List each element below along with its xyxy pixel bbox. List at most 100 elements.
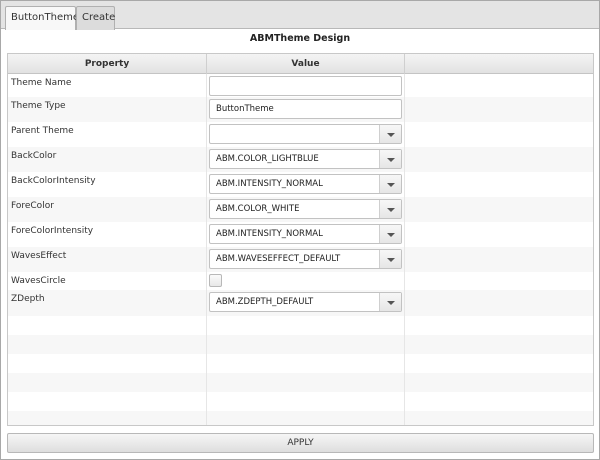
property-row: BackColorIntensity ABM.INTENSITY_NORMAL xyxy=(8,172,593,197)
value-cell: ABM.COLOR_WHITE xyxy=(207,197,405,222)
empty-row xyxy=(8,411,593,425)
value-cell xyxy=(207,354,405,373)
select-value: ABM.INTENSITY_NORMAL xyxy=(216,229,323,239)
value-cell xyxy=(207,373,405,392)
property-label: Parent Theme xyxy=(11,126,74,136)
property-cell: Theme Type xyxy=(8,97,207,122)
property-label: BackColor xyxy=(11,151,57,161)
value-cell xyxy=(207,97,405,122)
forecolor-select[interactable]: ABM.COLOR_WHITE xyxy=(209,199,402,219)
property-row: Theme Type xyxy=(8,97,593,122)
blank-cell xyxy=(405,354,593,373)
blank-cell xyxy=(405,335,593,354)
waveseffect-select[interactable]: ABM.WAVESEFFECT_DEFAULT xyxy=(209,249,402,269)
property-row: ForeColor ABM.COLOR_WHITE xyxy=(8,197,593,222)
dropdown-button[interactable] xyxy=(379,250,401,268)
empty-row xyxy=(8,316,593,335)
property-cell: WavesEffect xyxy=(8,247,207,272)
wavescircle-checkbox[interactable] xyxy=(209,274,222,287)
theme-type-input[interactable] xyxy=(209,99,402,119)
property-label: ForeColorIntensity xyxy=(11,226,94,236)
blank-cell xyxy=(405,147,593,172)
select-value: ABM.WAVESEFFECT_DEFAULT xyxy=(216,254,341,264)
column-header-property: Property xyxy=(8,54,207,74)
property-label: WavesCircle xyxy=(11,276,66,286)
property-label: BackColorIntensity xyxy=(11,176,96,186)
property-cell xyxy=(8,411,207,425)
property-cell: BackColor xyxy=(8,147,207,172)
property-cell: BackColorIntensity xyxy=(8,172,207,197)
select-value: ABM.COLOR_LIGHTBLUE xyxy=(216,154,319,164)
property-cell xyxy=(8,316,207,335)
chevron-down-icon xyxy=(387,183,395,187)
blank-cell xyxy=(405,392,593,411)
property-cell: Theme Name xyxy=(8,74,207,97)
dropdown-button[interactable] xyxy=(379,293,401,311)
property-label: Theme Name xyxy=(11,78,72,88)
tab-create[interactable]: Create xyxy=(76,6,115,30)
property-label: ZDepth xyxy=(11,294,45,304)
tab-bar: ButtonTheme Create xyxy=(1,1,599,30)
property-row: WavesCircle xyxy=(8,272,593,290)
blank-cell xyxy=(405,247,593,272)
property-row: ZDepth ABM.ZDEPTH_DEFAULT xyxy=(8,290,593,316)
value-cell xyxy=(207,122,405,147)
property-cell: ForeColorIntensity xyxy=(8,222,207,247)
chevron-down-icon xyxy=(387,233,395,237)
property-cell: Parent Theme xyxy=(8,122,207,147)
value-cell xyxy=(207,335,405,354)
value-cell xyxy=(207,316,405,335)
page-title: ABMTheme Design xyxy=(249,33,351,44)
dropdown-button[interactable] xyxy=(379,150,401,168)
property-label: WavesEffect xyxy=(11,251,67,261)
dropdown-button[interactable] xyxy=(379,175,401,193)
blank-cell xyxy=(405,97,593,122)
blank-cell xyxy=(405,222,593,247)
theme-name-input[interactable] xyxy=(209,76,402,96)
empty-row xyxy=(8,354,593,373)
property-row: BackColor ABM.COLOR_LIGHTBLUE xyxy=(8,147,593,172)
dropdown-button[interactable] xyxy=(379,200,401,218)
dropdown-button[interactable] xyxy=(379,125,401,143)
property-label: ForeColor xyxy=(11,201,54,211)
backcolorintensity-select[interactable]: ABM.INTENSITY_NORMAL xyxy=(209,174,402,194)
select-value: ABM.COLOR_WHITE xyxy=(216,204,300,214)
backcolor-select[interactable]: ABM.COLOR_LIGHTBLUE xyxy=(209,149,402,169)
app-window: ButtonTheme Create ABMTheme Design Prope… xyxy=(0,0,600,460)
property-row: ForeColorIntensity ABM.INTENSITY_NORMAL xyxy=(8,222,593,247)
property-row: WavesEffect ABM.WAVESEFFECT_DEFAULT xyxy=(8,247,593,272)
dropdown-button[interactable] xyxy=(379,225,401,243)
parent-theme-select[interactable] xyxy=(209,124,402,144)
blank-cell xyxy=(405,272,593,290)
blank-cell xyxy=(405,290,593,316)
tab-buttontheme[interactable]: ButtonTheme xyxy=(5,6,79,30)
value-cell: ABM.INTENSITY_NORMAL xyxy=(207,172,405,197)
property-row: Theme Name xyxy=(8,74,593,97)
property-cell: ZDepth xyxy=(8,290,207,316)
select-value: ABM.INTENSITY_NORMAL xyxy=(216,179,323,189)
blank-cell xyxy=(405,316,593,335)
blank-cell xyxy=(405,172,593,197)
property-grid: Property Value Theme Name Theme Type Paren… xyxy=(7,53,594,426)
empty-row xyxy=(8,392,593,411)
property-cell xyxy=(8,335,207,354)
property-cell xyxy=(8,392,207,411)
blank-cell xyxy=(405,411,593,425)
forecolorintensity-select[interactable]: ABM.INTENSITY_NORMAL xyxy=(209,224,402,244)
value-cell xyxy=(207,272,405,290)
apply-button[interactable]: APPLY xyxy=(7,433,594,453)
blank-cell xyxy=(405,373,593,392)
value-cell xyxy=(207,411,405,425)
select-value: ABM.ZDEPTH_DEFAULT xyxy=(216,297,314,307)
column-header-value: Value xyxy=(207,54,405,74)
blank-cell xyxy=(405,197,593,222)
chevron-down-icon xyxy=(387,133,395,137)
property-cell: WavesCircle xyxy=(8,272,207,290)
property-cell xyxy=(8,354,207,373)
zdepth-select[interactable]: ABM.ZDEPTH_DEFAULT xyxy=(209,292,402,312)
value-cell: ABM.COLOR_LIGHTBLUE xyxy=(207,147,405,172)
chevron-down-icon xyxy=(387,208,395,212)
empty-row xyxy=(8,335,593,354)
value-cell xyxy=(207,74,405,97)
blank-cell xyxy=(405,122,593,147)
